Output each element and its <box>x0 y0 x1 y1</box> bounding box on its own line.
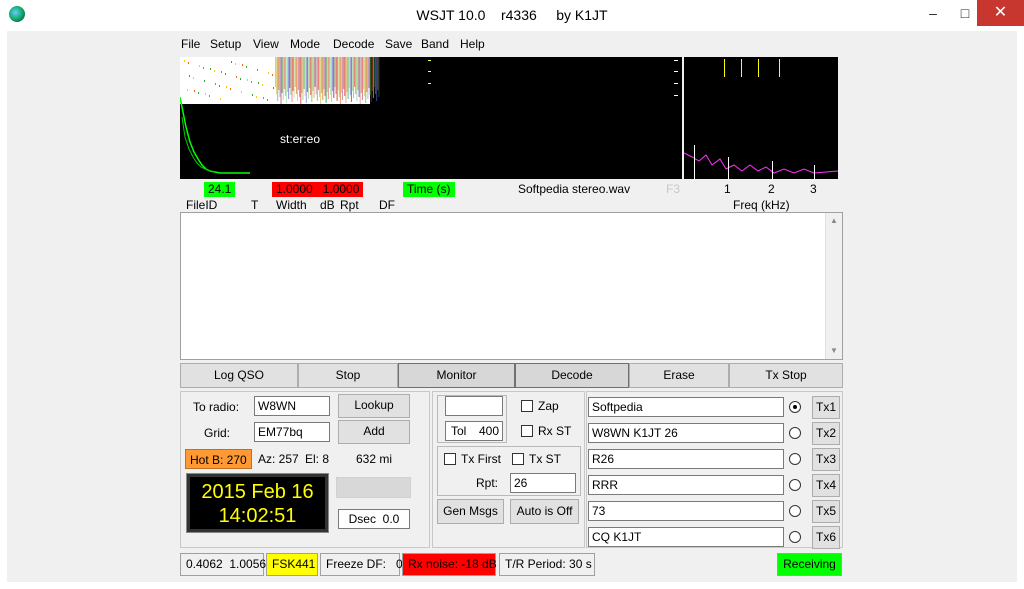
s-field[interactable]: S 1 <box>445 396 503 416</box>
status-values: 0.4062 1.0056 <box>180 553 266 576</box>
log-qso-button[interactable]: Log QSO <box>180 363 298 388</box>
tx6-message-input[interactable]: CQ K1JT <box>588 527 784 547</box>
menu-file[interactable]: File <box>181 37 200 51</box>
lookup-button[interactable]: Lookup <box>338 394 410 418</box>
dsec-display: Dsec 0.0 <box>338 509 410 529</box>
monitor-button[interactable]: Monitor <box>398 363 515 388</box>
col-t: T <box>251 198 259 212</box>
progress-bar <box>336 477 411 498</box>
tol-field[interactable]: Tol 400 <box>445 421 503 441</box>
add-button[interactable]: Add <box>338 420 410 444</box>
menu-save[interactable]: Save <box>385 37 412 51</box>
tx2-message-input[interactable]: W8WN K1JT 26 <box>588 423 784 443</box>
tx5-radio[interactable] <box>789 505 801 517</box>
menu-decode[interactable]: Decode <box>333 37 374 51</box>
status-freeze-df: Freeze DF: 0 <box>320 553 403 576</box>
status-tr-period: T/R Period: 30 s <box>499 553 595 576</box>
to-radio-label: To radio: <box>193 400 240 414</box>
decode-button[interactable]: Decode <box>515 363 629 388</box>
tx-st-checkbox[interactable] <box>512 453 524 465</box>
menu-band[interactable]: Band <box>421 37 449 51</box>
rpt-input[interactable]: 26 <box>510 473 576 493</box>
tx-first-checkbox[interactable] <box>444 453 456 465</box>
clock-date: 2015 Feb 16 <box>201 481 314 503</box>
scroll-up-icon[interactable]: ▲ <box>826 213 842 229</box>
clock-display: 2015 Feb 16 14:02:51 <box>186 473 329 533</box>
scroll-down-icon[interactable]: ▼ <box>826 343 842 359</box>
tx3-message-input[interactable]: R26 <box>588 449 784 469</box>
rpt-label: Rpt: <box>476 476 499 490</box>
freq-axis-label: Freq (kHz) <box>733 198 790 212</box>
file-name: Softpedia stereo.wav <box>518 182 631 196</box>
waterfall-graphic <box>180 57 678 174</box>
tx4-message-input[interactable]: RRR <box>588 475 784 495</box>
time-label: Time (s) <box>403 182 455 197</box>
title-bar: WSJT 10.0 r4336 by K1JT – □ ✕ <box>0 0 1024 31</box>
tx-st-label: Tx ST <box>529 452 561 466</box>
menu-mode[interactable]: Mode <box>290 37 320 51</box>
tx3-button[interactable]: Tx3 <box>812 448 840 471</box>
f3-label: F3 <box>666 182 681 196</box>
spectrum-graphic <box>684 59 838 179</box>
tx5-button[interactable]: Tx5 <box>812 500 840 523</box>
rx-st-label: Rx ST <box>538 424 572 438</box>
waterfall-display[interactable]: st:er:eo <box>180 57 682 179</box>
status-receiving: Receiving <box>777 553 842 576</box>
tx4-button[interactable]: Tx4 <box>812 474 840 497</box>
tx6-button[interactable]: Tx6 <box>812 526 840 549</box>
tx-first-label: Tx First <box>461 452 501 466</box>
zap-label: Zap <box>538 399 559 413</box>
status-rx-noise: Rx noise: -18 dB <box>402 553 497 576</box>
tx5-message-input[interactable]: 73 <box>588 501 784 521</box>
tx1-message-input[interactable]: Softpedia <box>588 397 784 417</box>
clock-time: 14:02:51 <box>218 505 297 527</box>
azimuth-value: Az: 257 <box>258 452 299 466</box>
freq-tick-1: 1 <box>724 182 731 196</box>
tx-stop-button[interactable]: Tx Stop <box>729 363 843 388</box>
menu-view[interactable]: View <box>253 37 279 51</box>
elevation-value: El: 8 <box>305 452 330 466</box>
distance-value: 632 mi <box>356 452 393 466</box>
tx2-radio[interactable] <box>789 427 801 439</box>
vertical-scrollbar[interactable]: ▲ ▼ <box>825 213 842 359</box>
value-red-indicator: 1.0000 1.0000 <box>272 182 364 197</box>
value-green-indicator: 24.1 <box>204 182 236 197</box>
menu-help[interactable]: Help <box>460 37 485 51</box>
grid-input[interactable]: EM77bq <box>254 422 330 442</box>
col-fileid: FileID <box>186 198 218 212</box>
rx-st-checkbox[interactable] <box>521 425 533 437</box>
col-db: dB <box>320 198 335 212</box>
spectrum-display[interactable] <box>684 57 838 179</box>
erase-button[interactable]: Erase <box>629 363 729 388</box>
menu-setup[interactable]: Setup <box>210 37 241 51</box>
tx1-radio[interactable] <box>789 401 801 413</box>
tx4-radio[interactable] <box>789 479 801 491</box>
tx2-button[interactable]: Tx2 <box>812 422 840 445</box>
window-title: WSJT 10.0 r4336 by K1JT <box>416 7 608 23</box>
freq-tick-2: 2 <box>768 182 775 196</box>
waterfall-label: st:er:eo <box>280 132 321 146</box>
auto-button[interactable]: Auto is Off <box>510 499 579 524</box>
tol-label: Tol <box>451 424 467 438</box>
col-df: DF <box>379 198 395 212</box>
col-rpt: Rpt <box>340 198 359 212</box>
tx1-button[interactable]: Tx1 <box>812 396 840 419</box>
grid-label: Grid: <box>204 426 231 440</box>
to-radio-input[interactable]: W8WN <box>254 396 330 416</box>
zap-checkbox[interactable] <box>521 400 533 412</box>
col-width: Width <box>276 198 307 212</box>
freq-tick-3: 3 <box>810 182 817 196</box>
stop-button[interactable]: Stop <box>298 363 398 388</box>
tx6-radio[interactable] <box>789 531 801 543</box>
decoded-text-area[interactable]: ▲ ▼ <box>180 212 843 360</box>
gen-msgs-button[interactable]: Gen Msgs <box>437 499 504 524</box>
tol-value: 400 <box>479 424 500 438</box>
tx3-radio[interactable] <box>789 453 801 465</box>
close-icon[interactable]: ✕ <box>977 0 1024 26</box>
hot-b-indicator: Hot B: 270 <box>185 449 252 469</box>
status-mode: FSK441 <box>266 553 318 576</box>
s-label: S <box>465 414 473 415</box>
